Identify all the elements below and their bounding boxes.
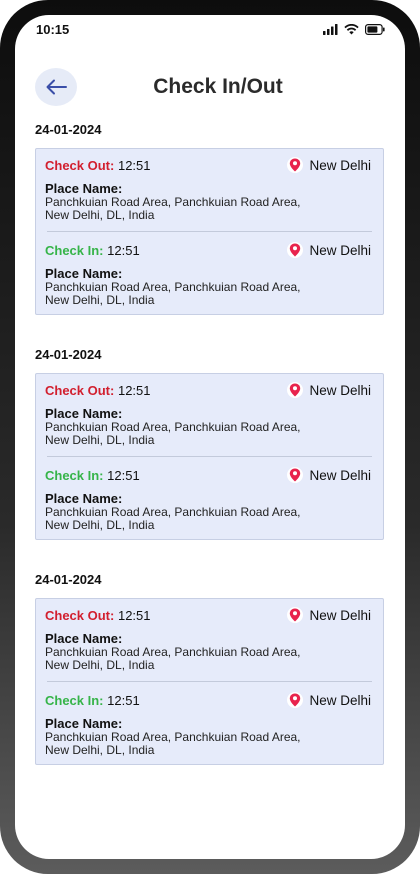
attendance-card: Check Out: 12:51 New Delhi Place Name: P…	[35, 373, 384, 540]
location-pin-icon	[287, 382, 304, 398]
location-info: New Delhi	[287, 692, 374, 708]
location-pin-icon	[287, 607, 304, 623]
check-out-status: Check Out: 12:51	[45, 383, 151, 398]
place-address: Panchkuian Road Area, Panchkuian Road Ar…	[45, 281, 345, 307]
location-name: New Delhi	[309, 242, 371, 258]
app-header: Check In/Out	[15, 67, 405, 111]
location-pin-icon	[287, 242, 304, 258]
place-name-label: Place Name:	[45, 716, 123, 731]
check-out-entry: Check Out: 12:51 New Delhi Place Name: P…	[45, 380, 374, 447]
location-info: New Delhi	[287, 607, 374, 623]
location-name: New Delhi	[309, 467, 371, 483]
check-out-label: Check Out:	[45, 157, 115, 173]
location-pin-icon	[287, 157, 304, 173]
section-date: 24-01-2024	[35, 347, 102, 362]
page-title: Check In/Out	[153, 75, 283, 98]
entry-divider	[47, 231, 372, 232]
place-name-label: Place Name:	[45, 266, 123, 281]
app-screen: 10:15 Check In/Out 24-01-2024 Check Out:…	[15, 15, 405, 859]
check-in-status: Check In: 12:51	[45, 243, 140, 258]
check-out-time: 12:51	[117, 157, 151, 173]
status-bar: 10:15	[15, 15, 405, 45]
check-in-time: 12:51	[107, 467, 140, 483]
place-address: Panchkuian Road Area, Panchkuian Road Ar…	[45, 506, 345, 532]
check-out-entry: Check Out: 12:51 New Delhi Place Name: P…	[45, 605, 374, 672]
status-time: 10:15	[36, 22, 70, 37]
address-line: New Delhi, DL, India	[45, 658, 155, 672]
entry-header-row: Check Out: 12:51 New Delhi	[45, 380, 374, 400]
location-pin-icon	[287, 692, 304, 708]
attendance-card: Check Out: 12:51 New Delhi Place Name: P…	[35, 148, 384, 315]
entry-header-row: Check In: 12:51 New Delhi	[45, 690, 374, 710]
check-out-label: Check Out:	[45, 382, 115, 398]
signal-icon	[323, 24, 338, 35]
entry-divider	[47, 681, 372, 682]
place-address: Panchkuian Road Area, Panchkuian Road Ar…	[45, 646, 345, 672]
entry-divider	[47, 456, 372, 457]
address-line: New Delhi, DL, India	[45, 293, 155, 307]
place-name-label: Place Name:	[45, 406, 123, 421]
address-line: New Delhi, DL, India	[45, 518, 155, 532]
check-in-entry: Check In: 12:51 New Delhi Place Name: Pa…	[45, 240, 374, 307]
check-in-entry: Check In: 12:51 New Delhi Place Name: Pa…	[45, 465, 374, 532]
address-line: New Delhi, DL, India	[45, 433, 155, 447]
place-address: Panchkuian Road Area, Panchkuian Road Ar…	[45, 196, 345, 222]
check-out-entry: Check Out: 12:51 New Delhi Place Name: P…	[45, 155, 374, 222]
date-section: 24-01-2024 Check Out: 12:51 New Delhi Pl…	[35, 572, 384, 765]
location-info: New Delhi	[287, 157, 374, 173]
location-info: New Delhi	[287, 467, 374, 483]
section-date: 24-01-2024	[35, 122, 102, 137]
entry-header-row: Check In: 12:51 New Delhi	[45, 465, 374, 485]
check-in-label: Check In:	[45, 692, 104, 708]
check-out-status: Check Out: 12:51	[45, 608, 151, 623]
check-in-entry: Check In: 12:51 New Delhi Place Name: Pa…	[45, 690, 374, 757]
check-in-label: Check In:	[45, 242, 104, 258]
check-out-label: Check Out:	[45, 607, 115, 623]
wifi-icon	[344, 24, 359, 35]
check-out-time: 12:51	[117, 607, 151, 623]
location-name: New Delhi	[309, 157, 371, 173]
entry-header-row: Check Out: 12:51 New Delhi	[45, 155, 374, 175]
check-in-time: 12:51	[107, 692, 140, 708]
place-name-label: Place Name:	[45, 631, 123, 646]
check-in-status: Check In: 12:51	[45, 468, 140, 483]
check-in-label: Check In:	[45, 467, 104, 483]
location-pin-icon	[287, 467, 304, 483]
check-out-time: 12:51	[117, 382, 151, 398]
entry-header-row: Check In: 12:51 New Delhi	[45, 240, 374, 260]
attendance-card: Check Out: 12:51 New Delhi Place Name: P…	[35, 598, 384, 765]
location-name: New Delhi	[309, 692, 371, 708]
location-name: New Delhi	[309, 607, 371, 623]
status-icons	[323, 24, 385, 35]
place-name-label: Place Name:	[45, 181, 123, 196]
check-in-time: 12:51	[107, 242, 140, 258]
check-out-status: Check Out: 12:51	[45, 158, 151, 173]
battery-icon	[365, 24, 385, 35]
date-section: 24-01-2024 Check Out: 12:51 New Delhi Pl…	[35, 122, 384, 315]
date-section: 24-01-2024 Check Out: 12:51 New Delhi Pl…	[35, 347, 384, 540]
place-address: Panchkuian Road Area, Panchkuian Road Ar…	[45, 421, 345, 447]
location-info: New Delhi	[287, 242, 374, 258]
entry-header-row: Check Out: 12:51 New Delhi	[45, 605, 374, 625]
address-line: New Delhi, DL, India	[45, 743, 155, 757]
place-name-label: Place Name:	[45, 491, 123, 506]
section-date: 24-01-2024	[35, 572, 102, 587]
address-line: New Delhi, DL, India	[45, 208, 155, 222]
location-name: New Delhi	[309, 382, 371, 398]
place-address: Panchkuian Road Area, Panchkuian Road Ar…	[45, 731, 345, 757]
phone-frame: 10:15 Check In/Out 24-01-2024 Check Out:…	[0, 0, 420, 874]
check-in-status: Check In: 12:51	[45, 693, 140, 708]
location-info: New Delhi	[287, 382, 374, 398]
